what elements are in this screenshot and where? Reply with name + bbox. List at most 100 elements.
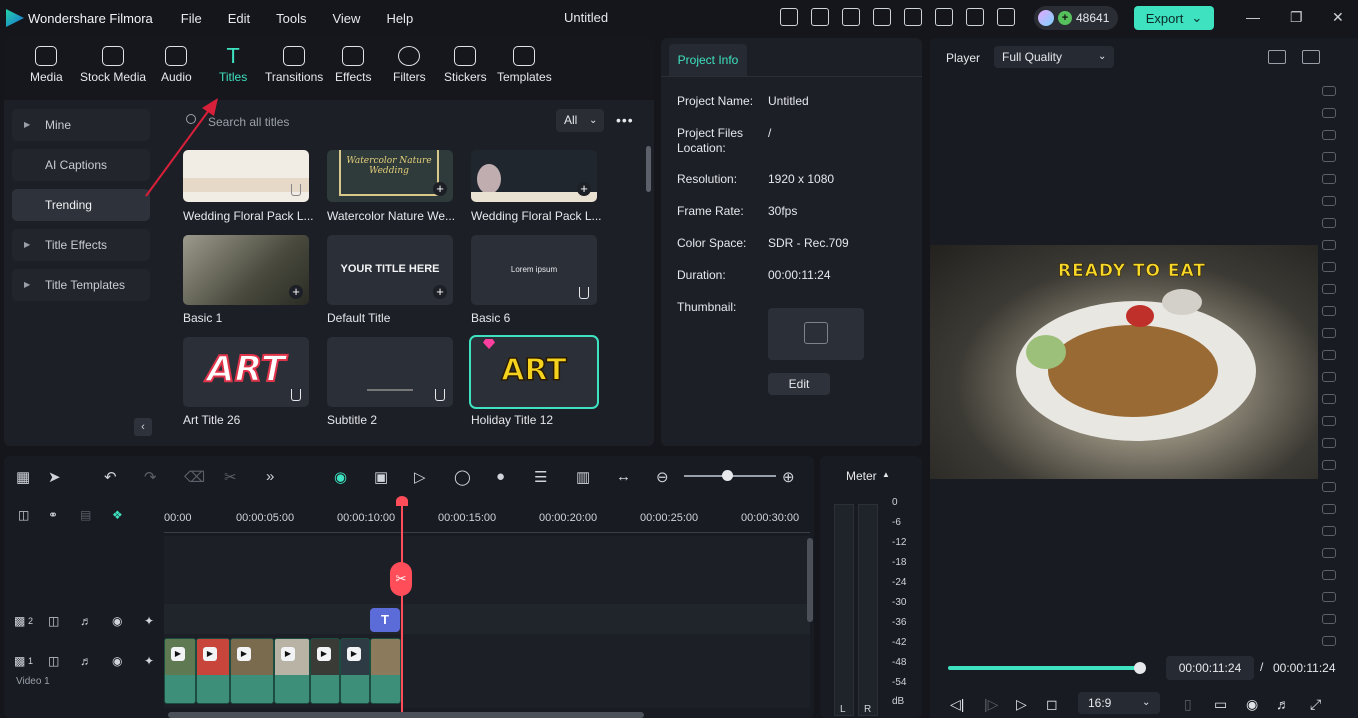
menu-edit[interactable]: Edit xyxy=(228,11,250,26)
snapshot-image-icon[interactable] xyxy=(1302,50,1320,64)
playback-progress[interactable] xyxy=(948,666,1140,670)
video-clip[interactable] xyxy=(370,638,401,704)
add-icon[interactable]: + xyxy=(289,285,303,299)
search-input[interactable]: Search all titles xyxy=(180,112,540,132)
tab-titles[interactable]: T Titles xyxy=(219,46,247,84)
grid-view-icon[interactable] xyxy=(1268,50,1286,64)
video-clip[interactable]: ▶ xyxy=(274,638,310,704)
quality-select[interactable]: Full Quality ⌄ xyxy=(994,46,1114,68)
mute-speaker-icon[interactable]: ♬ xyxy=(80,614,92,628)
playhead-line[interactable] xyxy=(401,500,403,718)
more-tools-icon[interactable]: » xyxy=(266,468,274,485)
video-clip[interactable]: ▶ xyxy=(230,638,274,704)
library-scrollbar[interactable] xyxy=(646,146,651,192)
tab-transitions[interactable]: Transitions xyxy=(265,46,323,84)
split-at-playhead-icon[interactable]: ✂ xyxy=(390,562,412,596)
video-clip[interactable]: ▶ xyxy=(164,638,196,704)
timeline-ruler[interactable] xyxy=(164,532,810,533)
title-card-watercolor-wedding[interactable]: Watercolor Nature Wedding + xyxy=(327,150,453,202)
record-camera-icon[interactable]: ▣ xyxy=(374,468,388,486)
tab-stickers[interactable]: Stickers xyxy=(444,46,487,84)
apps-grid-icon[interactable] xyxy=(997,8,1015,26)
volume-icon[interactable]: ♬ xyxy=(1276,696,1290,712)
video-clip[interactable]: ▶ xyxy=(196,638,230,704)
video-clip[interactable]: ▶ xyxy=(340,638,370,704)
speed-icon[interactable]: ▥ xyxy=(576,468,590,486)
title-card-default-title[interactable]: YOUR TITLE HERE + xyxy=(327,235,453,305)
tab-templates[interactable]: Templates xyxy=(497,46,552,84)
next-frame-icon[interactable]: |▷ xyxy=(984,696,998,713)
playback-scrubber[interactable] xyxy=(1134,662,1146,674)
render-preview-icon[interactable]: ▯ xyxy=(1184,696,1192,713)
edit-thumbnail-button[interactable]: Edit xyxy=(768,373,830,395)
zoom-out-icon[interactable]: ⊖ xyxy=(656,468,669,486)
zoom-slider-handle[interactable] xyxy=(722,470,733,481)
menu-view[interactable]: View xyxy=(332,11,360,26)
layout-grid-icon[interactable]: ▦ xyxy=(16,468,30,486)
menu-tools[interactable]: Tools xyxy=(276,11,306,26)
title-card-holiday-title-12[interactable]: ART xyxy=(469,335,599,409)
display-icon[interactable]: ▭ xyxy=(1214,696,1227,713)
mute-speaker-icon[interactable]: ♬ xyxy=(80,654,92,668)
play-icon[interactable]: ▷ xyxy=(1016,696,1027,713)
add-track-icon[interactable]: ◫ xyxy=(18,508,29,522)
tab-audio[interactable]: Audio xyxy=(161,46,192,84)
select-pointer-icon[interactable]: ➤ xyxy=(48,468,61,486)
cloud-upload-icon[interactable] xyxy=(935,8,953,26)
camera-snapshot-icon[interactable]: ◉ xyxy=(1246,696,1258,713)
track-manage-icon[interactable]: ▤ xyxy=(80,508,91,522)
tab-stock-media[interactable]: Stock Media xyxy=(80,46,146,84)
playhead-handle[interactable] xyxy=(396,496,408,506)
track-settings-icon[interactable]: ✦ xyxy=(144,654,154,668)
layout-icon[interactable] xyxy=(873,8,891,26)
download-icon[interactable] xyxy=(291,389,301,401)
tab-effects[interactable]: Effects xyxy=(335,46,371,84)
menu-file[interactable]: File xyxy=(181,11,202,26)
video-preview[interactable]: READY TO EAT xyxy=(930,245,1318,479)
link-icon[interactable]: ⚭ xyxy=(48,508,58,522)
title-card-basic-6[interactable]: Lorem ipsum xyxy=(471,235,597,305)
shield-mask-icon[interactable]: ◯ xyxy=(454,468,471,486)
redo-icon[interactable]: ↷ xyxy=(144,468,157,486)
collapse-sidebar-button[interactable]: ‹ xyxy=(134,418,152,436)
minimize-icon[interactable]: — xyxy=(1246,9,1260,25)
sidebar-item-mine[interactable]: ▶ Mine xyxy=(12,109,150,141)
sidebar-item-trending[interactable]: Trending xyxy=(12,189,150,221)
title-card-subtitle-2[interactable] xyxy=(327,337,453,407)
restore-icon[interactable]: ❐ xyxy=(1290,9,1303,26)
delete-icon[interactable]: ⌫ xyxy=(184,468,205,486)
gift-icon[interactable] xyxy=(780,8,798,26)
close-icon[interactable]: ✕ xyxy=(1332,9,1344,26)
save-icon[interactable] xyxy=(904,8,922,26)
fit-timeline-icon[interactable]: ↔ xyxy=(616,468,631,485)
track-settings-icon[interactable]: ✦ xyxy=(144,614,154,628)
export-button[interactable]: Export ⌄ xyxy=(1134,6,1214,30)
download-icon[interactable] xyxy=(435,389,445,401)
magnet-snap-icon[interactable]: ❖ xyxy=(112,508,123,522)
menu-help[interactable]: Help xyxy=(386,11,413,26)
credits-badge[interactable]: + 48641 xyxy=(1034,6,1118,30)
tab-filters[interactable]: Filters xyxy=(393,46,426,84)
download-icon[interactable] xyxy=(291,184,301,196)
title-card-art-title-26[interactable]: ART xyxy=(183,337,309,407)
lock-icon[interactable]: ◫ xyxy=(48,614,59,628)
ai-tools-icon[interactable] xyxy=(842,8,860,26)
sidebar-item-ai-captions[interactable]: AI Captions xyxy=(12,149,150,181)
aspect-ratio-select[interactable]: 16:9 ⌄ xyxy=(1078,692,1160,714)
split-scissors-icon[interactable]: ✂ xyxy=(224,468,237,486)
microphone-icon[interactable]: ● xyxy=(496,468,505,485)
tab-media[interactable]: Media xyxy=(30,46,63,84)
tab-project-info[interactable]: Project Info xyxy=(669,44,747,76)
title-card-wedding-floral-2[interactable]: + xyxy=(471,150,597,202)
zoom-in-icon[interactable]: ⊕ xyxy=(782,468,795,486)
timeline-vertical-scrollbar[interactable] xyxy=(807,538,813,622)
add-icon[interactable]: + xyxy=(433,182,447,196)
download-icon[interactable] xyxy=(579,287,589,299)
audio-ducking-icon[interactable]: ☰ xyxy=(534,468,547,486)
ai-assist-icon[interactable]: ◉ xyxy=(334,468,347,486)
filter-select[interactable]: All ⌄ xyxy=(556,109,604,132)
add-icon[interactable]: + xyxy=(433,285,447,299)
title-clip[interactable]: T xyxy=(370,608,400,632)
more-options-icon[interactable]: ••• xyxy=(616,112,634,128)
title-track-lane[interactable] xyxy=(164,604,810,634)
